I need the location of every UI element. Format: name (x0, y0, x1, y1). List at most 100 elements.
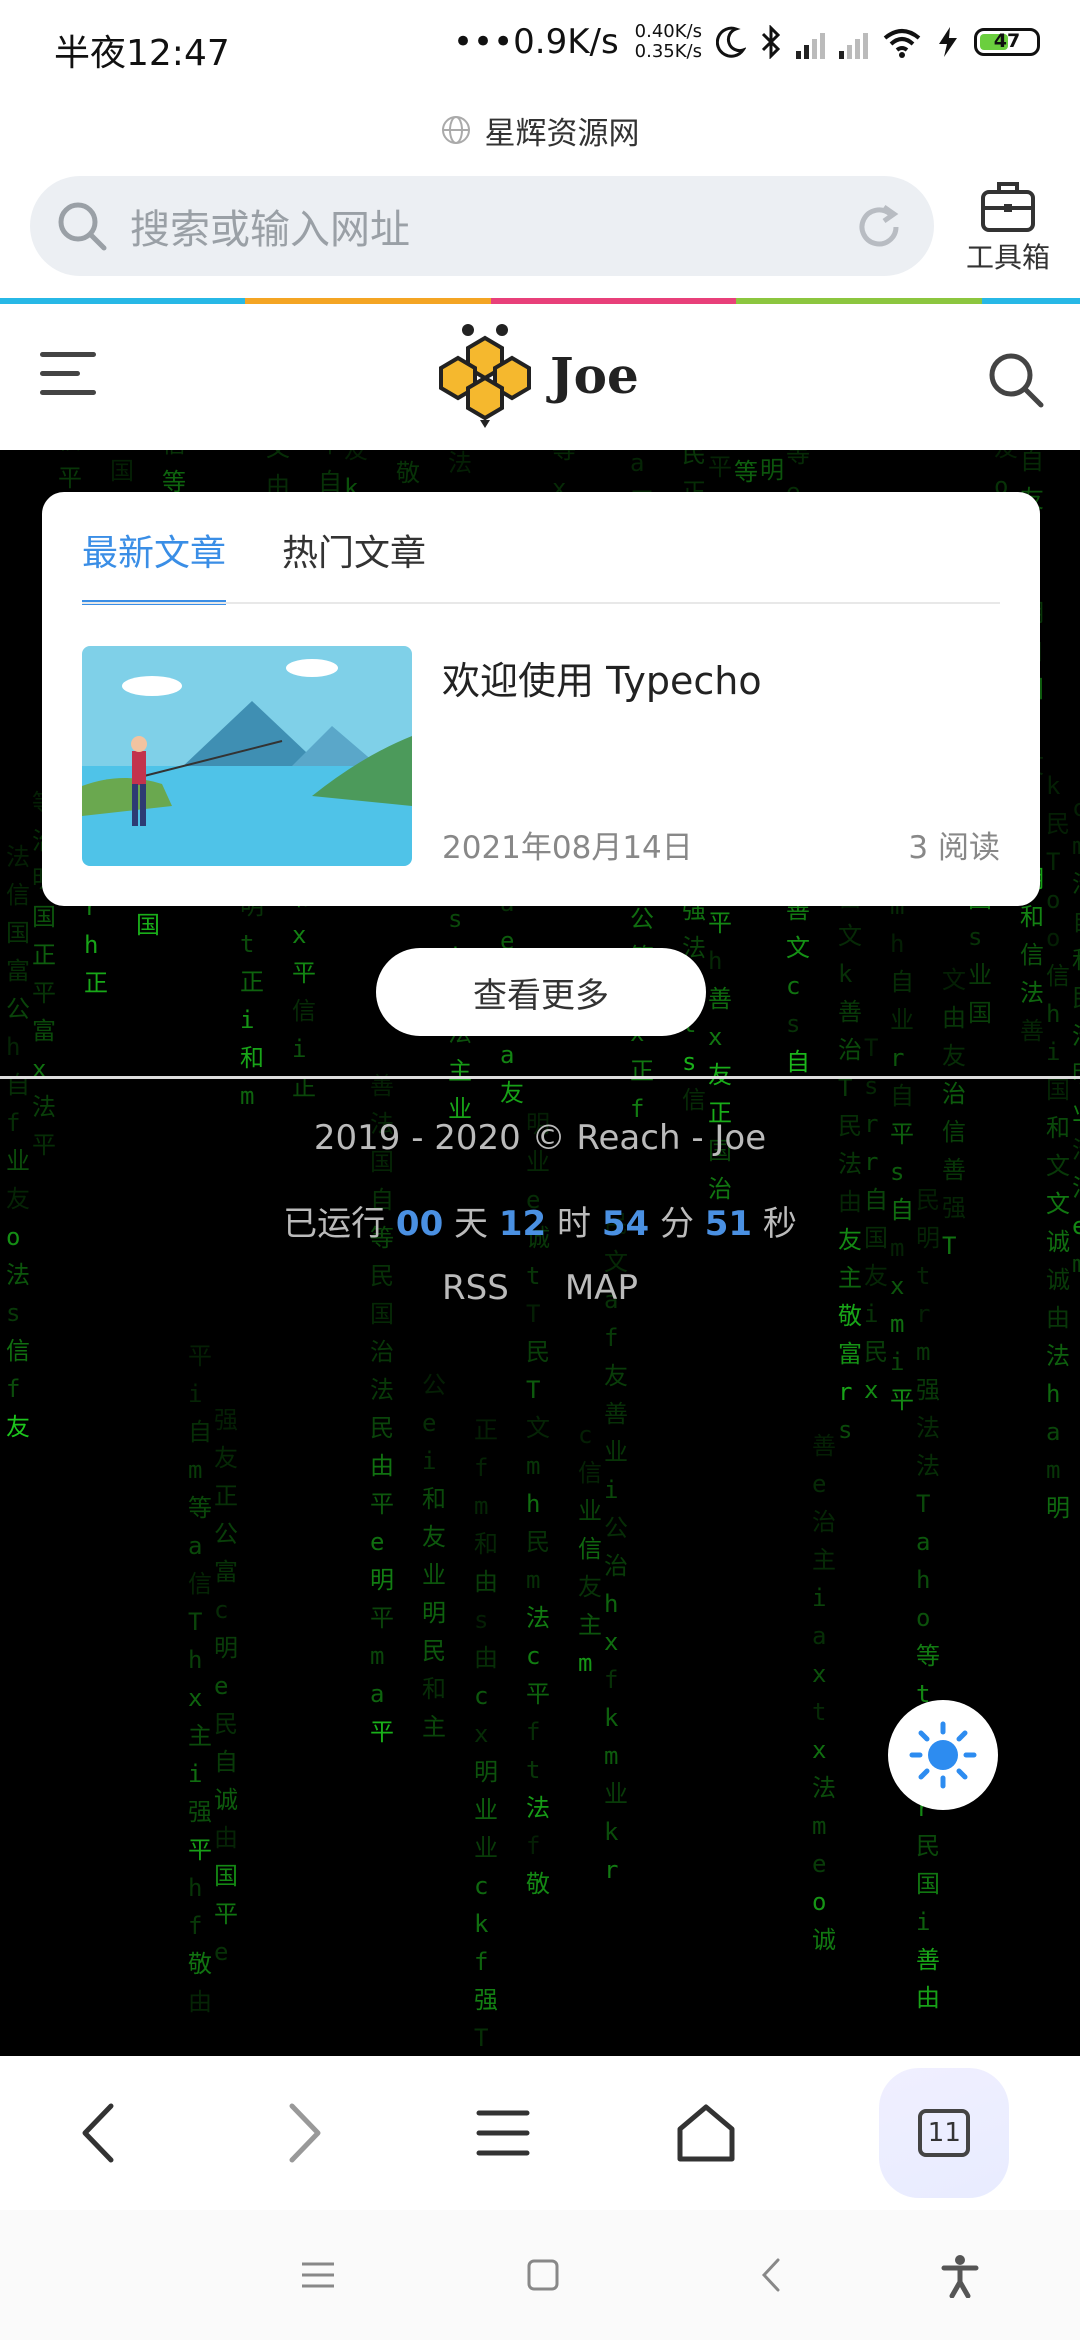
toolbox-button[interactable]: 工具箱 (958, 176, 1058, 286)
matrix-char: 正 (292, 1073, 316, 1101)
battery-icon: 47 (974, 28, 1040, 56)
matrix-char: 善 (812, 1432, 836, 1460)
matrix-char: 自 (1020, 450, 1044, 475)
matrix-char: x (812, 1736, 827, 1764)
matrix-char: 友 (422, 1523, 446, 1551)
matrix-char: 业 (578, 1497, 602, 1525)
matrix-char: 平 (708, 909, 732, 937)
accessibility-icon[interactable] (940, 2254, 980, 2298)
matrix-char: T (526, 1376, 541, 1404)
matrix-char: h (1046, 1000, 1061, 1028)
matrix-char: 正 (32, 941, 56, 969)
matrix-char: a (370, 1680, 385, 1708)
moon-icon (716, 26, 746, 58)
matrix-char: 强 (214, 1406, 238, 1434)
matrix-char: 等 (916, 1642, 940, 1670)
matrix-column: 公ei和友业明民和主 (422, 1366, 446, 1746)
matrix-char: 富 (32, 1017, 56, 1045)
tab-count: 11 (918, 2109, 971, 2157)
matrix-char: s (474, 1606, 489, 1634)
site-name: 星辉资源网 (484, 115, 640, 152)
matrix-char: 和 (474, 1530, 498, 1558)
matrix-char: 业 (474, 1796, 498, 1824)
tab-latest-articles[interactable]: 最新文章 (82, 514, 227, 605)
matrix-char: m (188, 1456, 203, 1484)
matrix-char: 善 (604, 1400, 628, 1428)
refresh-icon[interactable] (854, 202, 904, 252)
matrix-column: 善法国自等民国治法民由平e明平ma平 (370, 1067, 394, 1751)
matrix-char: 敬 (396, 459, 420, 487)
recents-icon[interactable] (300, 2260, 336, 2290)
site-logo[interactable]: Joe (430, 320, 639, 430)
forward-icon[interactable] (272, 2098, 332, 2168)
matrix-char: 主 (578, 1611, 602, 1639)
matrix-char: h (604, 1590, 619, 1618)
matrix-char: x (188, 1684, 203, 1712)
menu-icon[interactable] (473, 2103, 533, 2163)
post-date: 2021年08月14日 (442, 830, 693, 866)
matrix-char: s (968, 923, 983, 951)
site-search-icon[interactable] (986, 350, 1046, 410)
matrix-char: 明 (214, 1634, 238, 1662)
matrix-char: T (1046, 848, 1061, 876)
back-icon[interactable] (71, 2098, 131, 2168)
map-link[interactable]: MAP (565, 1268, 638, 1308)
matrix-char: m (474, 1492, 489, 1520)
matrix-char: 业 (422, 1561, 446, 1589)
matrix-char: 平 (370, 1718, 394, 1746)
matrix-char: 平 (292, 959, 316, 987)
matrix-char: 信 (58, 450, 82, 459)
matrix-char: 治 (370, 1338, 394, 1366)
theme-toggle-button[interactable] (888, 1700, 998, 1810)
matrix-char: 公 (214, 1520, 238, 1548)
matrix-char: 自 (1072, 903, 1080, 941)
matrix-char: x (604, 1628, 619, 1656)
home-square-icon[interactable] (526, 2258, 560, 2292)
sun-icon (909, 1721, 977, 1789)
matrix-char: 诚 (812, 1926, 836, 1954)
matrix-char: 法 (370, 1376, 394, 1404)
runtime-seconds: 51 (704, 1204, 753, 1244)
post-thumbnail[interactable] (82, 646, 412, 866)
matrix-char: a (630, 450, 645, 477)
matrix-char: 文 (526, 1414, 550, 1442)
matrix-char: c (474, 1872, 489, 1900)
matrix-char: e (214, 1938, 229, 1966)
matrix-char: 敬 (526, 1870, 550, 1898)
home-icon[interactable] (674, 2101, 738, 2165)
matrix-char: 由 (188, 1988, 212, 2016)
matrix-char: h (890, 930, 905, 958)
tabs-button[interactable]: 11 (879, 2068, 1010, 2198)
address-bar[interactable]: 搜索或输入网址 (30, 176, 934, 276)
matrix-char: 自 (188, 1418, 212, 1446)
matrix-char: o (916, 1604, 931, 1632)
matrix-char: 主 (188, 1722, 212, 1750)
matrix-char: m (812, 1812, 827, 1840)
matrix-char: 和 (422, 1485, 446, 1513)
system-nav-bar (0, 2210, 1080, 2340)
matrix-char: 信 (578, 1535, 602, 1563)
matrix-char: 业 (604, 1438, 628, 1466)
tab-popular-articles[interactable]: 热门文章 (282, 514, 426, 605)
matrix-char: 平 (32, 979, 56, 1007)
tab-divider (82, 602, 1000, 604)
post-title[interactable]: 欢迎使用 Typecho (442, 650, 762, 705)
bee-logo-icon (439, 324, 531, 428)
rss-link[interactable]: RSS (442, 1268, 509, 1308)
matrix-char: 文 (838, 922, 862, 950)
matrix-char: 由 (474, 1644, 498, 1672)
address-placeholder: 搜索或输入网址 (130, 207, 410, 253)
matrix-char: e (370, 1528, 385, 1556)
matrix-char: 明 (474, 1758, 498, 1786)
status-time: 半夜12:47 (54, 33, 230, 74)
system-back-icon[interactable] (756, 2256, 786, 2294)
matrix-char: a (916, 1528, 931, 1556)
matrix-char: h (84, 931, 99, 959)
matrix-char: k (838, 960, 853, 988)
view-more-button[interactable]: 查看更多 (376, 948, 706, 1036)
wifi-icon (883, 29, 921, 58)
signal-icon-2 (839, 25, 868, 59)
menu-button[interactable] (40, 352, 96, 402)
matrix-char: 法 (812, 1774, 836, 1802)
runtime-minutes-unit: 分 (659, 1204, 694, 1244)
